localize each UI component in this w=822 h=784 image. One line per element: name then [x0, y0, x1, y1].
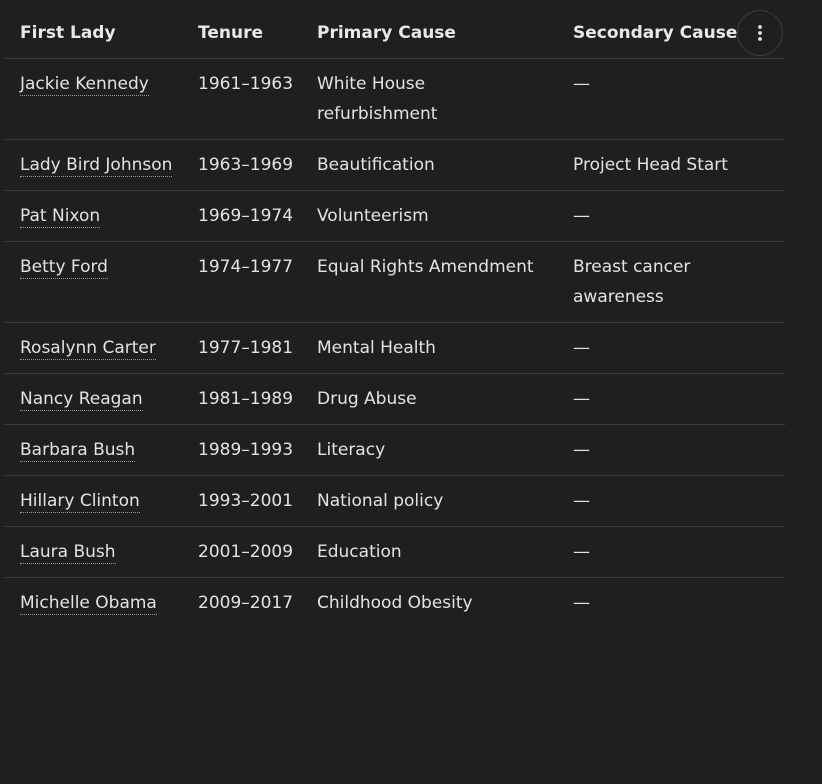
cell-first-lady: Jackie Kennedy	[5, 58, 183, 140]
first-lady-link[interactable]: Jackie Kennedy	[20, 74, 149, 96]
cell-first-lady: Pat Nixon	[5, 190, 183, 242]
first-lady-link[interactable]: Nancy Reagan	[20, 389, 143, 411]
cell-first-lady: Michelle Obama	[5, 578, 183, 629]
cell-primary-cause: Equal Rights Amendment	[302, 241, 550, 323]
first-lady-link[interactable]: Michelle Obama	[20, 593, 157, 615]
cell-secondary-cause: —	[550, 373, 785, 425]
cell-primary-cause: Drug Abuse	[302, 373, 550, 425]
cell-secondary-cause: —	[550, 190, 785, 242]
cell-tenure: 1974–1977	[183, 241, 302, 323]
table-row: Pat Nixon 1969–1974 Volunteerism —	[5, 190, 785, 242]
cell-secondary-cause: Breast cancer awareness	[550, 241, 785, 323]
cell-primary-cause: National policy	[302, 475, 550, 527]
first-lady-link[interactable]: Betty Ford	[20, 257, 108, 279]
cell-first-lady: Laura Bush	[5, 526, 183, 578]
first-lady-link[interactable]: Rosalynn Carter	[20, 338, 156, 360]
table-row: Laura Bush 2001–2009 Education —	[5, 526, 785, 578]
cell-first-lady: Hillary Clinton	[5, 475, 183, 527]
cell-tenure: 1993–2001	[183, 475, 302, 527]
table-options-button[interactable]	[737, 10, 783, 56]
first-lady-link[interactable]: Lady Bird Johnson	[20, 155, 173, 177]
first-lady-link[interactable]: Hillary Clinton	[20, 491, 140, 513]
cell-tenure: 2001–2009	[183, 526, 302, 578]
first-lady-link[interactable]: Pat Nixon	[20, 206, 101, 228]
cell-secondary-cause: —	[550, 526, 785, 578]
header-first-lady: First Lady	[5, 7, 183, 59]
table-row: Lady Bird Johnson 1963–1969 Beautification…	[5, 139, 785, 191]
cell-primary-cause: Mental Health	[302, 322, 550, 374]
cell-secondary-cause: —	[550, 475, 785, 527]
table-row: Nancy Reagan 1981–1989 Drug Abuse —	[5, 373, 785, 425]
cell-tenure: 1969–1974	[183, 190, 302, 242]
cell-tenure: 1963–1969	[183, 139, 302, 191]
cell-tenure: 2009–2017	[198, 593, 294, 613]
table-row: Hillary Clinton 1993–2001 National policy —	[5, 475, 785, 527]
cell-primary-cause: Beautification	[302, 139, 550, 191]
cell-secondary-cause: —	[550, 424, 785, 476]
table-row: Barbara Bush 1989–1993 Literacy —	[5, 424, 785, 476]
cell-tenure: 1977–1981	[183, 322, 302, 374]
cell-tenure: 1981–1989	[183, 373, 302, 425]
cell-primary-cause: Education	[302, 526, 550, 578]
header-tenure: Tenure	[183, 7, 302, 59]
table-row: Betty Ford 1974–1977 Equal Rights Amendmen…	[5, 241, 785, 323]
table-container: First Lady Tenure Primary Cause Secondar…	[0, 0, 822, 784]
table-row: Rosalynn Carter 1977–1981 Mental Health —	[5, 322, 785, 374]
cell-primary-cause: Childhood Obesity	[317, 593, 473, 613]
cell-primary-cause: White House refurbishment	[302, 58, 550, 140]
header-primary-cause: Primary Cause	[302, 7, 550, 59]
cell-first-lady: Betty Ford	[5, 241, 183, 323]
cell-secondary-cause: —	[550, 58, 785, 140]
table-row: Jackie Kennedy 1961–1963 White House refur…	[5, 58, 785, 140]
cell-primary-cause: Volunteerism	[302, 190, 550, 242]
cell-first-lady: Lady Bird Johnson	[5, 139, 183, 191]
table-row: Michelle Obama 2009–2017 Childhood Obesity…	[5, 578, 785, 629]
cell-primary-cause: Literacy	[302, 424, 550, 476]
cell-tenure: 1989–1993	[183, 424, 302, 476]
cell-secondary-cause: —	[573, 593, 590, 613]
more-vertical-icon	[758, 25, 762, 41]
first-ladies-table: First Lady Tenure Primary Cause Secondar…	[5, 7, 785, 628]
first-lady-link[interactable]: Barbara Bush	[20, 440, 136, 462]
cell-first-lady: Nancy Reagan	[5, 373, 183, 425]
table-header-row: First Lady Tenure Primary Cause Secondar…	[5, 7, 785, 59]
cell-secondary-cause: —	[550, 322, 785, 374]
cell-tenure: 1961–1963	[183, 58, 302, 140]
cell-first-lady: Barbara Bush	[5, 424, 183, 476]
cell-first-lady: Rosalynn Carter	[5, 322, 183, 374]
cell-secondary-cause: Project Head Start	[550, 139, 785, 191]
first-lady-link[interactable]: Laura Bush	[20, 542, 116, 564]
